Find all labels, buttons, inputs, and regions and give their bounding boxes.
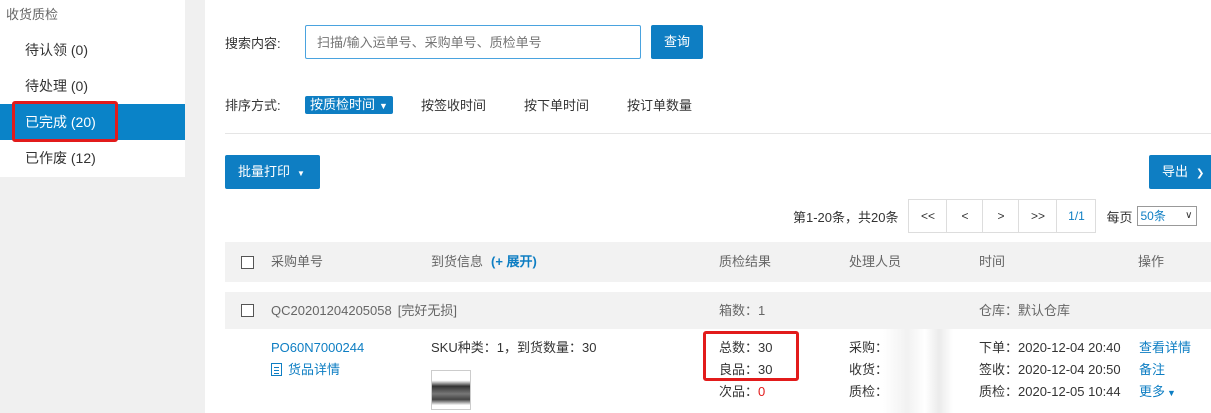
header-arrival-label: 到货信息 — [431, 254, 484, 269]
sidebar: 收货质检 待认领 (0) 待处理 (0) 已完成 (20) 已作废 (12) — [0, 0, 185, 177]
qc-defect: 次品：0 — [719, 381, 765, 403]
header-arrival: 到货信息 (+ 展开) — [431, 242, 537, 282]
more-label: 更多 — [1139, 384, 1166, 399]
qc-number-value: QC20201204205058 — [271, 303, 392, 318]
qc-result-highlight-box — [703, 331, 799, 381]
expand-link[interactable]: (+ 展开) — [491, 254, 537, 269]
order-time: 下单：2020-12-04 20:40 — [979, 340, 1121, 355]
header-handler: 处理人员 — [849, 254, 902, 269]
note-link[interactable]: 备注 — [1139, 359, 1165, 381]
pagination: 第1-20条，共20条 << < > >> 1/1 每页 50条 ∨ — [793, 199, 1197, 233]
caret-down-icon: ▼ — [297, 169, 305, 178]
goods-detail-link[interactable]: 货品详情 — [271, 359, 340, 381]
sort-by-qc-time[interactable]: 按质检时间 ▼ — [305, 95, 393, 114]
header-time: 时间 — [979, 254, 1006, 269]
per-page-select[interactable]: 50条 ∨ — [1136, 206, 1197, 226]
goods-detail-label: 货品详情 — [288, 362, 341, 377]
per-page-label: 每页 — [1106, 209, 1133, 225]
sign-time: 签收：2020-12-04 20:50 — [979, 362, 1121, 377]
prev-page-button[interactable]: < — [947, 200, 984, 232]
row-checkbox[interactable] — [241, 304, 254, 317]
batch-print-button[interactable]: 批量打印 ▼ — [225, 155, 320, 189]
search-label: 搜索内容: — [225, 35, 281, 51]
divider — [225, 133, 1211, 134]
table-row: PO60N7000244 货品详情 SKU种类：1，到货数量：30 总数：30 … — [225, 329, 1211, 413]
sort-label: 排序方式: — [225, 98, 281, 113]
box-count: 箱数：1 — [719, 303, 766, 318]
qc-status: [完好无损] — [397, 303, 457, 318]
arrival-info: SKU种类：1，到货数量：30 — [431, 340, 597, 355]
main-panel: 搜索内容: 查询 排序方式: 按质检时间▼ 按签收时间 按下单时间 按订单数量 … — [205, 0, 1211, 413]
product-thumbnail[interactable] — [431, 370, 471, 410]
per-page-value: 50条 — [1140, 209, 1166, 223]
view-detail-link[interactable]: 查看详情 — [1139, 337, 1191, 359]
sidebar-item-pending-claim[interactable]: 待认领 (0) — [0, 32, 185, 68]
qc-number: QC20201204205058 [完好无损] — [271, 292, 457, 329]
sort-by-quantity[interactable]: 按订单数量 — [627, 95, 692, 114]
caret-down-icon: ▼ — [1167, 388, 1176, 398]
chevron-down-icon: ❯ — [1196, 168, 1205, 179]
sidebar-item-pending[interactable]: 待处理 (0) — [0, 68, 185, 104]
table-group-row: QC20201204205058 [完好无损] 箱数：1 仓库：默认仓库 — [225, 292, 1211, 329]
qc-time: 质检：2020-12-05 10:44 — [979, 384, 1121, 399]
search-button[interactable]: 查询 — [651, 25, 703, 59]
document-icon — [271, 363, 282, 376]
header-action: 操作 — [1138, 254, 1165, 269]
qc-defect-value: 0 — [758, 384, 766, 399]
next-page-button[interactable]: > — [983, 200, 1020, 232]
search-row: 搜索内容: 查询 — [225, 25, 703, 59]
sort-active-label: 按质检时间 — [310, 96, 376, 112]
pagination-buttons: << < > >> 1/1 — [908, 199, 1097, 233]
last-page-button[interactable]: >> — [1019, 200, 1058, 232]
warehouse: 仓库：默认仓库 — [979, 303, 1071, 318]
export-label: 导出 — [1162, 164, 1189, 179]
batch-print-label: 批量打印 — [238, 164, 291, 179]
select-all-checkbox[interactable] — [241, 256, 254, 269]
sidebar-title: 收货质检 — [6, 7, 59, 22]
table-header: 采购单号 到货信息 (+ 展开) 质检结果 处理人员 时间 操作 — [225, 242, 1211, 282]
sort-by-order-time[interactable]: 按下单时间 — [524, 95, 589, 114]
qc-defect-label: 次品： — [719, 384, 759, 399]
sidebar-item-voided[interactable]: 已作废 (12) — [0, 140, 185, 176]
more-dropdown[interactable]: 更多 ▼ — [1139, 381, 1176, 404]
completed-highlight-box — [12, 101, 118, 142]
sort-row: 排序方式: 按质检时间 ▼ 按签收时间 按下单时间 按订单数量 — [225, 95, 730, 114]
export-button[interactable]: 导出 ❯ — [1149, 155, 1211, 189]
sort-by-sign-time[interactable]: 按签收时间 — [421, 95, 486, 114]
po-number-link[interactable]: PO60N7000244 — [271, 337, 364, 359]
caret-down-icon: ▼ — [379, 100, 388, 111]
redacted-names — [883, 329, 953, 413]
pagination-info: 第1-20条，共20条 — [793, 209, 899, 225]
header-po: 采购单号 — [271, 254, 324, 269]
search-input[interactable] — [305, 25, 641, 59]
chevron-down-icon: ∨ — [1185, 210, 1193, 221]
first-page-button[interactable]: << — [909, 200, 948, 232]
current-page: 1/1 — [1068, 209, 1085, 223]
header-qc-result: 质检结果 — [719, 254, 772, 269]
